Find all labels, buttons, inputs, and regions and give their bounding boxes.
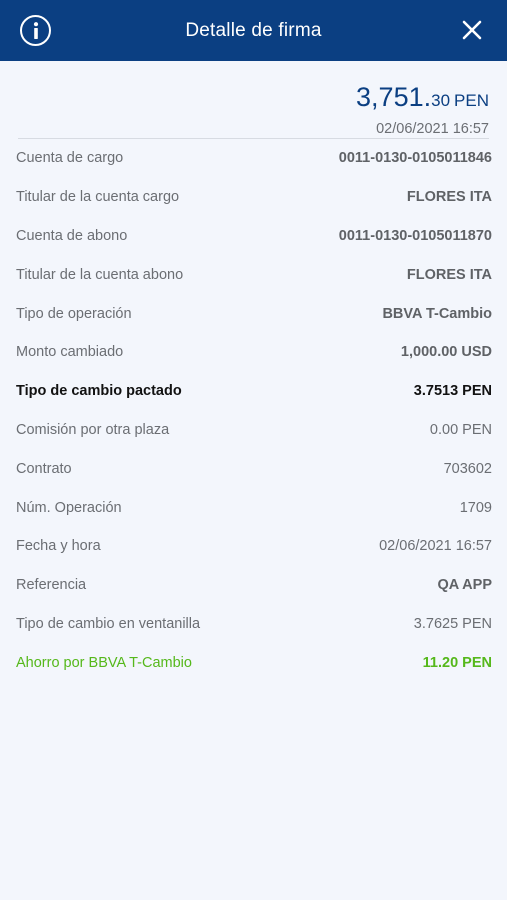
amount-currency: PEN: [454, 91, 489, 110]
detail-row-titular-cargo: Titular de la cuenta cargo FLORES ITA: [16, 178, 492, 217]
detail-label: Contrato: [16, 460, 72, 477]
detail-label: Titular de la cuenta cargo: [16, 189, 180, 206]
detail-label: Tipo de cambio en ventanilla: [16, 615, 201, 632]
amount-integer: 3,751.: [356, 82, 432, 112]
detail-value: 11.20 PEN: [422, 654, 492, 671]
detail-value: FLORES ITA: [406, 266, 492, 283]
amount-decimals: 30: [431, 91, 451, 110]
detail-label: Referencia: [16, 577, 87, 594]
detail-row-cuenta-abono: Cuenta de abono 0011-0130-0105011870: [16, 217, 492, 256]
info-icon[interactable]: [20, 15, 51, 46]
detail-value: 703602: [443, 460, 492, 477]
detail-value: 0.00 PEN: [429, 421, 492, 438]
total-amount: 3,751.30 PEN: [0, 82, 489, 117]
detail-label: Cuenta de cargo: [16, 150, 124, 167]
detail-row-fecha-hora: Fecha y hora 02/06/2021 16:57: [16, 527, 492, 566]
detail-row-num-operacion: Núm. Operación 1709: [16, 488, 492, 527]
detail-label: Fecha y hora: [16, 538, 101, 555]
close-icon[interactable]: [461, 19, 483, 41]
top-bar: Detalle de firma: [0, 0, 507, 61]
detail-row-referencia: Referencia QA APP: [16, 566, 492, 605]
amount-datetime: 02/06/2021 16:57: [376, 121, 489, 137]
detail-row-titular-abono: Titular de la cuenta abono FLORES ITA: [16, 255, 492, 294]
detail-row-ahorro: Ahorro por BBVA T-Cambio 11.20 PEN: [16, 643, 492, 682]
detail-row-tipo-cambio-ventanilla: Tipo de cambio en ventanilla 3.7625 PEN: [16, 605, 492, 644]
detail-label: Monto cambiado: [16, 344, 124, 361]
detail-label: Tipo de operación: [16, 305, 132, 322]
amount-summary: 3,751.30 PEN 02/06/2021 16:57: [0, 61, 507, 138]
page-title: Detalle de firma: [185, 19, 322, 41]
detail-label: Cuenta de abono: [16, 227, 128, 244]
detail-label: Titular de la cuenta abono: [16, 266, 184, 283]
detail-value: 0011-0130-0105011870: [338, 227, 492, 244]
detail-row-monto-cambiado: Monto cambiado 1,000.00 USD: [16, 333, 492, 372]
detail-value: QA APP: [437, 577, 492, 594]
detail-row-comision: Comisión por otra plaza 0.00 PEN: [16, 411, 492, 450]
detail-row-tipo-cambio-pactado: Tipo de cambio pactado 3.7513 PEN: [16, 372, 492, 411]
detail-row-tipo-operacion: Tipo de operación BBVA T-Cambio: [16, 294, 492, 333]
detail-value: 1709: [459, 499, 492, 516]
detail-row-contrato: Contrato 703602: [16, 449, 492, 488]
detail-value: 02/06/2021 16:57: [379, 538, 492, 555]
detail-value: 1,000.00 USD: [400, 344, 492, 361]
detail-label: Núm. Operación: [16, 499, 122, 516]
detail-value: 0011-0130-0105011846: [338, 150, 492, 167]
detail-value: FLORES ITA: [406, 189, 492, 206]
detail-value: 3.7513 PEN: [413, 383, 492, 400]
detail-row-cuenta-cargo: Cuenta de cargo 0011-0130-0105011846: [16, 139, 492, 178]
detail-label: Comisión por otra plaza: [16, 421, 170, 438]
details-list: Cuenta de cargo 0011-0130-0105011846 Tit…: [0, 139, 507, 682]
detail-label: Tipo de cambio pactado: [16, 383, 182, 400]
detail-label: Ahorro por BBVA T-Cambio: [16, 654, 192, 671]
detail-value: 3.7625 PEN: [413, 615, 492, 632]
detail-value: BBVA T-Cambio: [382, 305, 492, 322]
